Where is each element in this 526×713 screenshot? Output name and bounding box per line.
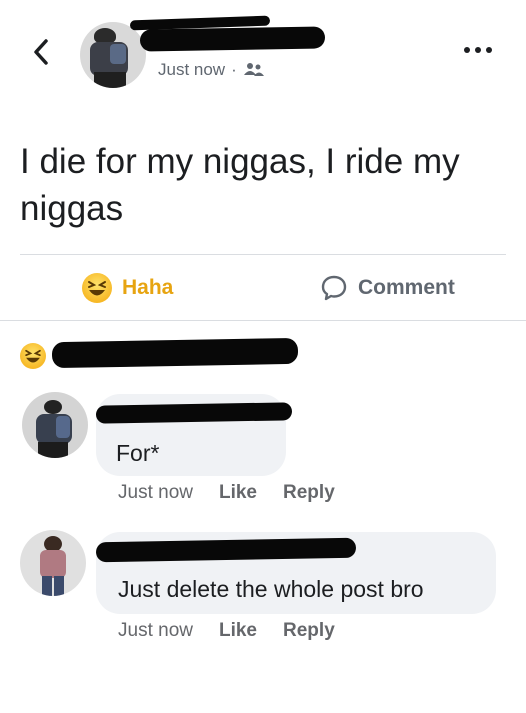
comment-text: Just delete the whole post bro — [118, 576, 424, 602]
more-options-button[interactable] — [460, 40, 496, 60]
more-dots-icon — [486, 47, 492, 53]
chevron-left-icon — [34, 39, 48, 65]
post-meta: Just now · — [158, 60, 265, 80]
redacted-author-name-2 — [139, 26, 326, 52]
haha-label: Haha — [122, 276, 174, 299]
reply-button[interactable]: Reply — [283, 482, 335, 504]
meta-separator: · — [231, 60, 237, 79]
back-button[interactable] — [26, 34, 56, 70]
haha-emoji-icon — [82, 273, 112, 303]
haha-reaction-button[interactable]: Haha — [82, 268, 173, 308]
author-avatar[interactable] — [80, 22, 146, 88]
redacted-commenter-name — [95, 402, 293, 424]
comment-time: Just now — [118, 482, 193, 503]
commenter-avatar[interactable] — [20, 530, 86, 596]
post-text: I die for my niggas, I ride my niggas — [20, 142, 460, 228]
haha-reaction-summary-icon[interactable] — [20, 343, 46, 369]
reply-button[interactable]: Reply — [283, 620, 335, 642]
friends-icon — [243, 63, 264, 76]
comment-bubble-icon — [321, 275, 347, 301]
commenter-avatar[interactable] — [22, 392, 88, 458]
comment-label: Comment — [358, 276, 455, 299]
comment-button[interactable]: Comment — [320, 268, 455, 308]
like-button[interactable]: Like — [219, 482, 257, 504]
more-dots-icon — [475, 47, 481, 53]
post-screen: Just now · I die for my niggas, I ride m… — [0, 0, 526, 713]
comment-time: Just now — [118, 620, 193, 641]
post-divider — [20, 254, 506, 255]
comment-meta: Just now Like Reply — [118, 482, 335, 504]
redacted-reactors — [51, 337, 299, 369]
more-dots-icon — [464, 47, 470, 53]
comment-meta: Just now Like Reply — [118, 620, 335, 642]
post-timestamp[interactable]: Just now — [158, 60, 225, 80]
like-button[interactable]: Like — [219, 620, 257, 642]
actions-divider — [0, 320, 526, 321]
comment-text: For* — [116, 440, 160, 466]
